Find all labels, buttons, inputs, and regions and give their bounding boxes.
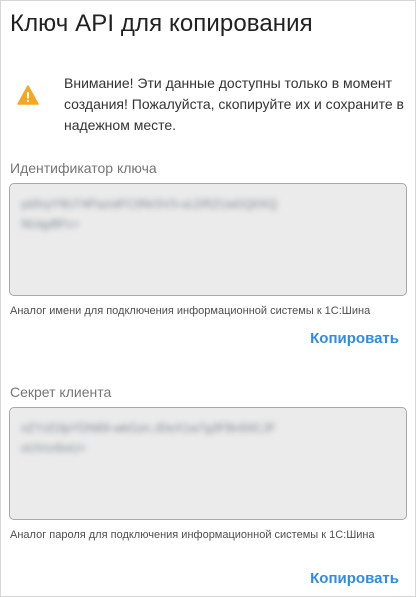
key-id-field[interactable]: ydXryY9U74PazotFC0NrSV3-uLDRZUaGQ0XQNUqy… (9, 183, 407, 296)
api-key-dialog: Ключ API для копирования Внимание! Эти д… (0, 0, 416, 597)
warning-text: Внимание! Эти данные доступны только в м… (64, 75, 404, 133)
copy-client-secret-button[interactable]: Копировать (310, 570, 399, 587)
key-id-label: Идентификатор ключа (10, 160, 157, 176)
key-id-hint: Аналог имени для подключения информацион… (10, 305, 371, 317)
copy-key-id-button[interactable]: Копировать (310, 330, 399, 347)
client-secret-field[interactable]: nZYzD3pYDN69-wkGzn.JDeX1w7g3FBn50CJFoUVc… (9, 407, 407, 520)
client-secret-label: Секрет клиента (10, 384, 112, 400)
key-id-value: ydXryY9U74PazotFC0NrSV3-uLDRZUaGQ0XQNUqy… (21, 197, 278, 231)
client-secret-value: nZYzD3pYDN69-wkGzn.JDeX1w7g3FBn50CJFoUVc… (21, 421, 276, 455)
warning-icon (17, 85, 39, 105)
client-secret-hint: Аналог пароля для подключения информацио… (10, 529, 375, 541)
dialog-title: Ключ API для копирования (10, 10, 313, 37)
